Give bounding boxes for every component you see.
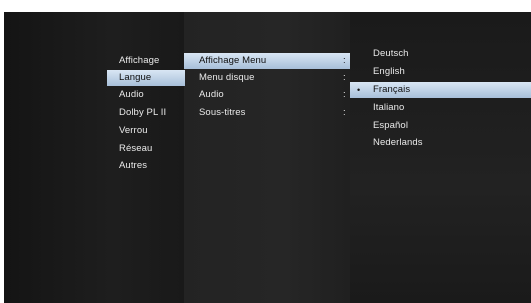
menu-item-reseau[interactable]: Réseau xyxy=(107,141,185,157)
separator-colon: : xyxy=(343,72,346,83)
menu-item-autres[interactable]: Autres xyxy=(107,158,185,174)
submenu-item-affichage-menu[interactable]: Affichage Menu xyxy=(184,53,350,69)
settings-screen: Affichage Langue Audio Dolby PL II Verro… xyxy=(4,12,531,303)
menu-item-audio[interactable]: Audio xyxy=(107,87,185,103)
separator-colon: : xyxy=(343,107,346,118)
option-nederlands[interactable]: Nederlands xyxy=(350,135,531,151)
menu-item-affichage[interactable]: Affichage xyxy=(107,53,185,69)
separator-colon: : xyxy=(343,55,346,66)
option-espanol[interactable]: Español xyxy=(350,118,531,134)
option-francais[interactable]: Français xyxy=(350,82,531,98)
menu-item-verrou[interactable]: Verrou xyxy=(107,123,185,139)
menu-item-langue[interactable]: Langue xyxy=(107,70,185,86)
submenu-item-audio[interactable]: Audio xyxy=(184,87,350,103)
option-italiano[interactable]: Italiano xyxy=(350,100,531,116)
option-english[interactable]: English xyxy=(350,64,531,80)
option-deutsch[interactable]: Deutsch xyxy=(350,46,531,62)
separator-colon: : xyxy=(343,89,346,100)
menu-item-dolby-pl-ii[interactable]: Dolby PL II xyxy=(107,105,185,121)
selected-bullet-icon: • xyxy=(357,85,361,95)
submenu-item-menu-disque[interactable]: Menu disque xyxy=(184,70,350,86)
submenu-item-sous-titres[interactable]: Sous-titres xyxy=(184,105,350,121)
